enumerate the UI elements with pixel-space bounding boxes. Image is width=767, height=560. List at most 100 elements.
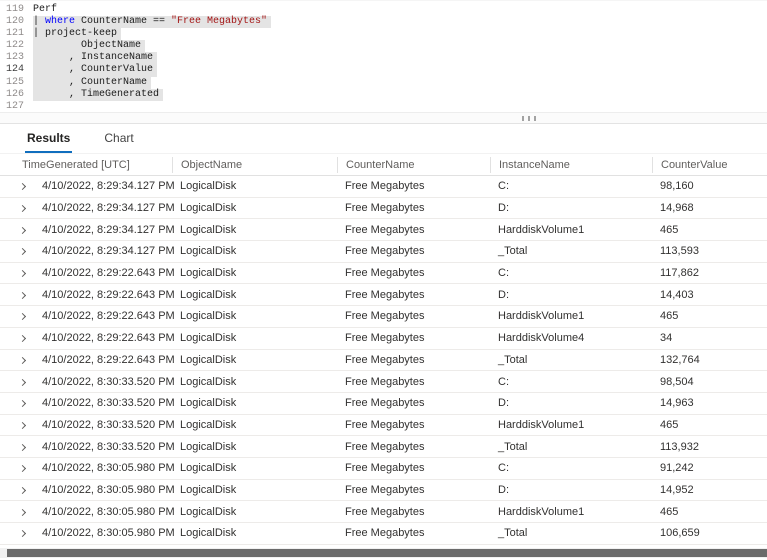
cell-countervalue: 34: [660, 332, 673, 345]
cell-timegenerated: 4/10/2022, 8:30:05.980 PM: [42, 527, 175, 540]
tab-results[interactable]: Results: [25, 131, 73, 153]
cell-instancename: C:: [498, 462, 509, 475]
code-line-text: Perf: [33, 4, 58, 15]
row-expand-chevron-icon[interactable]: [0, 441, 40, 453]
line-number: 123: [5, 52, 24, 64]
table-row[interactable]: 4/10/2022, 8:30:05.980 PM LogicalDisk Fr…: [0, 523, 767, 545]
cell-instancename: _Total: [498, 353, 528, 366]
line-number: 124: [5, 64, 24, 76]
row-expand-chevron-icon[interactable]: [0, 419, 40, 431]
code-line: 121 | project-keep: [0, 28, 767, 41]
table-row[interactable]: 4/10/2022, 8:30:05.980 PM LogicalDisk Fr…: [0, 501, 767, 523]
cell-timegenerated: 4/10/2022, 8:29:34.127 PM: [42, 245, 175, 258]
row-expand-chevron-icon[interactable]: [0, 267, 40, 279]
cell-timegenerated: 4/10/2022, 8:30:33.520 PM: [42, 397, 175, 410]
horizontal-scrollbar[interactable]: [0, 544, 767, 560]
table-row[interactable]: 4/10/2022, 8:29:34.127 PM LogicalDisk Fr…: [0, 198, 767, 220]
cell-objectname: LogicalDisk: [180, 353, 237, 366]
column-header-objectname[interactable]: ObjectName: [172, 156, 337, 173]
table-row[interactable]: 4/10/2022, 8:30:33.520 PM LogicalDisk Fr…: [0, 393, 767, 415]
code-line-text: , CounterName: [33, 76, 152, 89]
cell-timegenerated: 4/10/2022, 8:29:34.127 PM: [42, 202, 175, 215]
row-expand-chevron-icon[interactable]: [0, 354, 40, 366]
column-header-countervalue[interactable]: CounterValue: [652, 156, 767, 173]
cell-objectname: LogicalDisk: [180, 180, 237, 193]
row-expand-chevron-icon[interactable]: [0, 506, 40, 518]
row-expand-chevron-icon[interactable]: [0, 376, 40, 388]
code-line-text: ObjectName: [33, 40, 146, 53]
table-row[interactable]: 4/10/2022, 8:30:33.520 PM LogicalDisk Fr…: [0, 371, 767, 393]
row-expand-chevron-icon[interactable]: [0, 202, 40, 214]
cell-countername: Free Megabytes: [345, 202, 425, 215]
cell-instancename: HarddiskVolume1: [498, 310, 585, 323]
cell-countername: Free Megabytes: [345, 288, 425, 301]
editor-results-splitter[interactable]: [0, 112, 767, 124]
cell-countervalue: 465: [660, 505, 679, 518]
line-number: 120: [5, 16, 24, 28]
table-row[interactable]: 4/10/2022, 8:29:34.127 PM LogicalDisk Fr…: [0, 241, 767, 263]
cell-timegenerated: 4/10/2022, 8:29:22.643 PM: [42, 267, 175, 280]
cell-countervalue: 14,963: [660, 397, 694, 410]
column-header-timegenerated[interactable]: TimeGenerated [UTC]: [0, 157, 172, 173]
code-line: 125 , CounterName: [0, 76, 767, 89]
code-line: 122 ObjectName: [0, 40, 767, 53]
row-expand-chevron-icon[interactable]: [0, 289, 40, 301]
cell-objectname: LogicalDisk: [180, 288, 237, 301]
table-row[interactable]: 4/10/2022, 8:29:34.127 PM LogicalDisk Fr…: [0, 219, 767, 242]
table-row[interactable]: 4/10/2022, 8:30:05.980 PM LogicalDisk Fr…: [0, 480, 767, 502]
cell-objectname: LogicalDisk: [180, 418, 237, 431]
cell-objectname: LogicalDisk: [180, 223, 237, 236]
cell-objectname: LogicalDisk: [180, 375, 237, 388]
tab-label: Results: [27, 131, 71, 145]
splitter-grip-icon[interactable]: [522, 116, 536, 121]
cell-countername: Free Megabytes: [345, 505, 425, 518]
cell-timegenerated: 4/10/2022, 8:30:05.980 PM: [42, 483, 175, 496]
line-number: 119: [5, 4, 24, 15]
table-row[interactable]: 4/10/2022, 8:30:05.980 PM LogicalDisk Fr…: [0, 458, 767, 480]
code-line: 127: [0, 101, 767, 112]
cell-instancename: D:: [498, 397, 509, 410]
cell-objectname: LogicalDisk: [180, 332, 237, 345]
cell-countervalue: 91,242: [660, 462, 694, 475]
table-row[interactable]: 4/10/2022, 8:29:22.643 PM LogicalDisk Fr…: [0, 306, 767, 328]
table-row[interactable]: 4/10/2022, 8:29:22.643 PM LogicalDisk Fr…: [0, 328, 767, 350]
cell-countervalue: 14,403: [660, 288, 694, 301]
cell-instancename: C:: [498, 375, 509, 388]
table-row[interactable]: 4/10/2022, 8:29:34.127 PM LogicalDisk Fr…: [0, 176, 767, 198]
cell-countername: Free Megabytes: [345, 440, 425, 453]
row-expand-chevron-icon[interactable]: [0, 397, 40, 409]
row-expand-chevron-icon[interactable]: [0, 245, 40, 257]
column-header-countername[interactable]: CounterName: [337, 156, 490, 173]
cell-countername: Free Megabytes: [345, 418, 425, 431]
row-expand-chevron-icon[interactable]: [0, 462, 40, 474]
cell-countervalue: 465: [660, 223, 679, 236]
cell-countername: Free Megabytes: [345, 483, 425, 496]
column-header-instancename[interactable]: InstanceName: [490, 156, 652, 173]
table-row[interactable]: 4/10/2022, 8:29:22.643 PM LogicalDisk Fr…: [0, 263, 767, 285]
row-expand-chevron-icon[interactable]: [0, 310, 40, 322]
cell-objectname: LogicalDisk: [180, 267, 237, 280]
tab-chart[interactable]: Chart: [102, 131, 135, 153]
row-expand-chevron-icon[interactable]: [0, 180, 40, 192]
cell-countervalue: 98,160: [660, 180, 694, 193]
cell-instancename: D:: [498, 288, 509, 301]
cell-instancename: HarddiskVolume1: [498, 223, 585, 236]
cell-objectname: LogicalDisk: [180, 440, 237, 453]
cell-countername: Free Megabytes: [345, 375, 425, 388]
table-row[interactable]: 4/10/2022, 8:29:22.643 PM LogicalDisk Fr…: [0, 284, 767, 307]
row-expand-chevron-icon[interactable]: [0, 484, 40, 496]
cell-instancename: HarddiskVolume1: [498, 505, 585, 518]
row-expand-chevron-icon[interactable]: [0, 332, 40, 344]
row-expand-chevron-icon[interactable]: [0, 224, 40, 236]
scrollbar-track[interactable]: [0, 547, 767, 558]
cell-countername: Free Megabytes: [345, 180, 425, 193]
cell-timegenerated: 4/10/2022, 8:29:34.127 PM: [42, 223, 175, 236]
cell-timegenerated: 4/10/2022, 8:29:22.643 PM: [42, 310, 175, 323]
scrollbar-thumb[interactable]: [7, 548, 767, 557]
line-number: 121: [5, 28, 24, 40]
table-row[interactable]: 4/10/2022, 8:29:22.643 PM LogicalDisk Fr…: [0, 350, 767, 372]
kql-query-editor[interactable]: 119 Perf 120 | where CounterName == "Fre…: [0, 0, 767, 112]
table-row[interactable]: 4/10/2022, 8:30:33.520 PM LogicalDisk Fr…: [0, 415, 767, 437]
table-row[interactable]: 4/10/2022, 8:30:33.520 PM LogicalDisk Fr…: [0, 436, 767, 458]
row-expand-chevron-icon[interactable]: [0, 527, 40, 539]
